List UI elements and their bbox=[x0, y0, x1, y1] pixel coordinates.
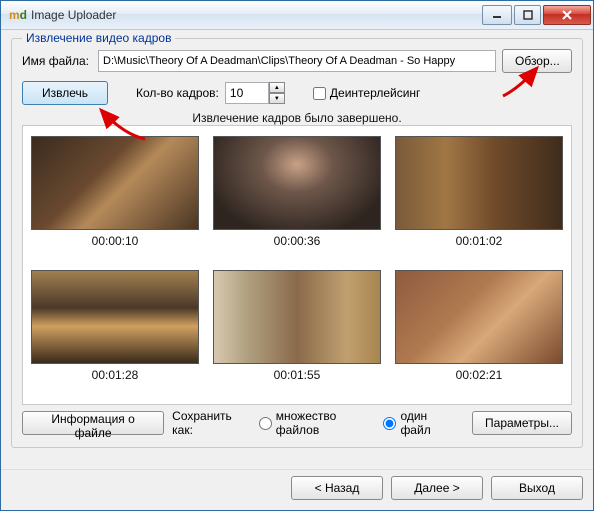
extract-groupbox: Извлечение видео кадров Имя файла: Обзор… bbox=[11, 38, 583, 448]
params-button[interactable]: Параметры... bbox=[472, 411, 572, 435]
deinterlace-label: Деинтерлейсинг bbox=[330, 86, 421, 100]
spin-down-button[interactable]: ▼ bbox=[269, 93, 285, 104]
frame-thumb[interactable]: 00:01:28 bbox=[31, 270, 199, 394]
browse-button[interactable]: Обзор... bbox=[502, 49, 572, 73]
frame-timestamp: 00:02:21 bbox=[456, 368, 503, 382]
save-one-label: один файл bbox=[400, 409, 456, 437]
status-text: Извлечение кадров было завершено. bbox=[22, 111, 572, 125]
frame-image bbox=[395, 136, 563, 230]
back-button[interactable]: < Назад bbox=[291, 476, 383, 500]
frame-timestamp: 00:00:36 bbox=[274, 234, 321, 248]
next-button[interactable]: Далее > bbox=[391, 476, 483, 500]
save-multi-input[interactable] bbox=[259, 417, 272, 430]
frame-image bbox=[213, 270, 381, 364]
frame-timestamp: 00:01:28 bbox=[92, 368, 139, 382]
frames-grid[interactable]: 00:00:10 00:00:36 00:01:02 00:01:28 00:0… bbox=[22, 125, 572, 405]
frames-count-input[interactable] bbox=[225, 82, 269, 104]
frame-image bbox=[31, 136, 199, 230]
window-controls bbox=[482, 5, 591, 25]
deinterlace-input[interactable] bbox=[313, 87, 326, 100]
frame-thumb[interactable]: 00:00:10 bbox=[31, 136, 199, 260]
frames-count-spinner: ▲ ▼ bbox=[225, 82, 285, 104]
frames-count-label: Кол-во кадров: bbox=[136, 86, 219, 100]
minimize-button[interactable] bbox=[482, 5, 512, 25]
close-button[interactable] bbox=[543, 5, 591, 25]
client-area: Извлечение видео кадров Имя файла: Обзор… bbox=[1, 30, 593, 469]
frame-image bbox=[31, 270, 199, 364]
app-window: md Image Uploader Извлечение видео кадро… bbox=[0, 0, 594, 511]
frame-timestamp: 00:01:02 bbox=[456, 234, 503, 248]
save-as-label: Сохранить как: bbox=[172, 409, 251, 437]
frame-timestamp: 00:00:10 bbox=[92, 234, 139, 248]
frame-thumb[interactable]: 00:00:36 bbox=[213, 136, 381, 260]
frame-image bbox=[213, 136, 381, 230]
deinterlace-checkbox[interactable]: Деинтерлейсинг bbox=[313, 86, 421, 100]
titlebar[interactable]: md Image Uploader bbox=[1, 1, 593, 30]
frame-image bbox=[395, 270, 563, 364]
window-title: Image Uploader bbox=[31, 8, 482, 22]
file-info-button[interactable]: Информация о файле bbox=[22, 411, 164, 435]
save-multi-radio[interactable]: множество файлов bbox=[259, 409, 376, 437]
filename-input[interactable] bbox=[98, 50, 496, 72]
extract-button[interactable]: Извлечь bbox=[22, 81, 108, 105]
save-multi-label: множество файлов bbox=[276, 409, 376, 437]
spin-up-button[interactable]: ▲ bbox=[269, 82, 285, 93]
app-logo: md bbox=[9, 8, 27, 22]
maximize-button[interactable] bbox=[514, 5, 541, 25]
filename-label: Имя файла: bbox=[22, 54, 92, 68]
frame-thumb[interactable]: 00:01:55 bbox=[213, 270, 381, 394]
frame-timestamp: 00:01:55 bbox=[274, 368, 321, 382]
groupbox-legend: Извлечение видео кадров bbox=[22, 31, 175, 45]
frame-thumb[interactable]: 00:02:21 bbox=[395, 270, 563, 394]
frame-thumb[interactable]: 00:01:02 bbox=[395, 136, 563, 260]
save-one-radio[interactable]: один файл bbox=[383, 409, 456, 437]
exit-button[interactable]: Выход bbox=[491, 476, 583, 500]
wizard-nav: < Назад Далее > Выход bbox=[1, 469, 593, 510]
save-one-input[interactable] bbox=[383, 417, 396, 430]
